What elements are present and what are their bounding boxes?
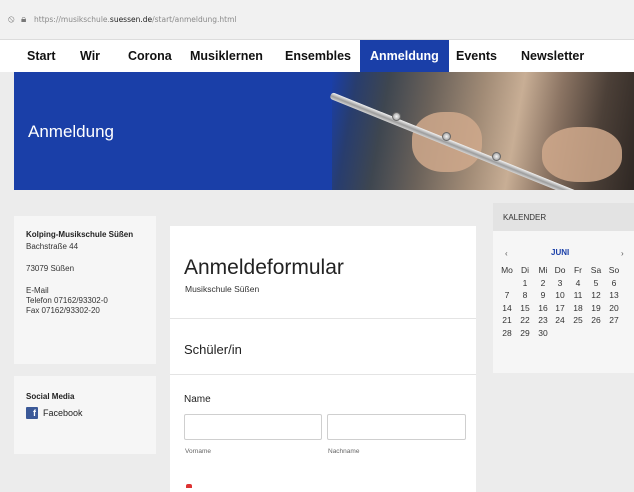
flute-key	[442, 132, 451, 141]
divider	[170, 374, 476, 375]
nav-item-wir[interactable]: Wir	[80, 40, 100, 72]
weekday-label: So	[608, 265, 620, 275]
address-street: Bachstraße 44	[26, 242, 79, 251]
calendar-day[interactable]: 16	[536, 303, 550, 313]
first-name-hint: Vorname	[185, 448, 212, 455]
social-media-card: Social Media f Facebook	[14, 376, 156, 454]
calendar-day[interactable]: 21	[500, 315, 514, 325]
calendar-day[interactable]: 10	[553, 290, 567, 300]
calendar-day[interactable]: 11	[571, 290, 585, 300]
name-label: Name	[184, 394, 211, 405]
calendar-header: KALENDER	[493, 203, 634, 231]
social-heading: Social Media	[26, 392, 75, 401]
browser-address-bar[interactable]: ⦸ 🔒︎ https://musikschule.suessen.de/star…	[0, 0, 634, 40]
url-text[interactable]: https://musikschule.suessen.de/start/anm…	[34, 15, 237, 24]
facebook-label: Facebook	[43, 408, 83, 418]
flute-photo	[329, 72, 634, 190]
url-domain: suessen.de	[109, 15, 153, 24]
divider	[170, 318, 476, 319]
main-navigation: Start Wir Corona Musiklernen Ensembles A…	[0, 40, 634, 72]
required-marker	[186, 484, 192, 488]
calendar-day[interactable]: 13	[607, 290, 621, 300]
weekday-label: Fr	[573, 265, 583, 275]
flute-key	[392, 112, 401, 121]
calendar-day[interactable]: 1	[518, 278, 532, 288]
nav-item-ensembles[interactable]: Ensembles	[285, 40, 351, 72]
section-heading: Schüler/in	[184, 342, 242, 357]
calendar-day[interactable]: 22	[518, 315, 532, 325]
prev-month-icon[interactable]: ‹	[505, 249, 508, 258]
address-city: 73079 Süßen	[26, 264, 75, 273]
calendar-day[interactable]: 7	[500, 290, 514, 300]
weekday-label: Mo	[501, 265, 513, 275]
nav-item-events[interactable]: Events	[456, 40, 497, 72]
facebook-link[interactable]: f Facebook	[26, 407, 144, 419]
nav-item-musiklernen[interactable]: Musiklernen	[190, 40, 263, 72]
calendar-day[interactable]: 26	[589, 315, 603, 325]
calendar-day[interactable]: 2	[536, 278, 550, 288]
calendar-day[interactable]: 24	[553, 315, 567, 325]
calendar-day[interactable]: 4	[571, 278, 585, 288]
calendar-day[interactable]: 6	[607, 278, 621, 288]
next-month-icon[interactable]: ›	[621, 249, 624, 258]
form-subtitle: Musikschule Süßen	[185, 284, 260, 294]
calendar-day[interactable]: 27	[607, 315, 621, 325]
org-name: Kolping-Musikschule Süßen	[26, 230, 134, 239]
nav-item-start[interactable]: Start	[27, 40, 55, 72]
fax-number: Fax 07162/93302-20	[26, 306, 100, 315]
flute-key	[492, 152, 501, 161]
calendar-day[interactable]: 23	[536, 315, 550, 325]
calendar-day[interactable]: 28	[500, 328, 514, 338]
weekday-label: Di	[520, 265, 530, 275]
calendar-day[interactable]: 9	[536, 290, 550, 300]
last-name-input[interactable]	[327, 414, 466, 440]
hero-title: Anmeldung	[28, 122, 115, 141]
last-name-hint: Nachname	[328, 448, 360, 455]
hand-shape	[542, 127, 622, 182]
facebook-icon: f	[26, 407, 38, 419]
calendar-day[interactable]: 15	[518, 303, 532, 313]
calendar-heading: KALENDER	[503, 213, 547, 222]
calendar-day[interactable]: 17	[553, 303, 567, 313]
form-title: Anmeldeformular	[184, 256, 344, 279]
calendar-day[interactable]: 8	[518, 290, 532, 300]
weekday-label: Mi	[538, 265, 548, 275]
tracking-shield-icon[interactable]: ⦸	[8, 14, 15, 25]
calendar-month: JUNI	[551, 248, 570, 257]
registration-form: Anmeldeformular Musikschule Süßen Schüle…	[170, 226, 476, 492]
nav-item-anmeldung[interactable]: Anmeldung	[360, 40, 449, 72]
weekday-label: Do	[554, 265, 566, 275]
calendar-day[interactable]: 20	[607, 303, 621, 313]
url-path: /start/anmeldung.html	[152, 15, 237, 24]
calendar-day[interactable]: 14	[500, 303, 514, 313]
email-link[interactable]: E-Mail	[26, 286, 144, 296]
calendar-day[interactable]: 19	[589, 303, 603, 313]
weekday-label: Sa	[590, 265, 602, 275]
calendar-day[interactable]: 30	[536, 328, 550, 338]
address-card: Kolping-Musikschule Süßen Bachstraße 44 …	[14, 216, 156, 364]
url-prefix: https://musikschule.	[34, 15, 110, 24]
calendar-widget: KALENDER ‹ JUNI › Mo Di Mi Do Fr Sa So 1 2 3 4 5 6 7 8…	[493, 203, 634, 373]
calendar-day[interactable]: 12	[589, 290, 603, 300]
calendar-day[interactable]: 5	[589, 278, 603, 288]
calendar-day[interactable]: 18	[571, 303, 585, 313]
phone-number: Telefon 07162/93302-0	[26, 296, 108, 305]
nav-item-newsletter[interactable]: Newsletter	[521, 40, 584, 72]
nav-item-corona[interactable]: Corona	[128, 40, 172, 72]
lock-icon[interactable]: 🔒︎	[21, 14, 26, 25]
hero-banner: Anmeldung	[14, 72, 634, 190]
calendar-day[interactable]: 3	[553, 278, 567, 288]
calendar-day[interactable]: 25	[571, 315, 585, 325]
first-name-input[interactable]	[184, 414, 322, 440]
calendar-day[interactable]: 29	[518, 328, 532, 338]
